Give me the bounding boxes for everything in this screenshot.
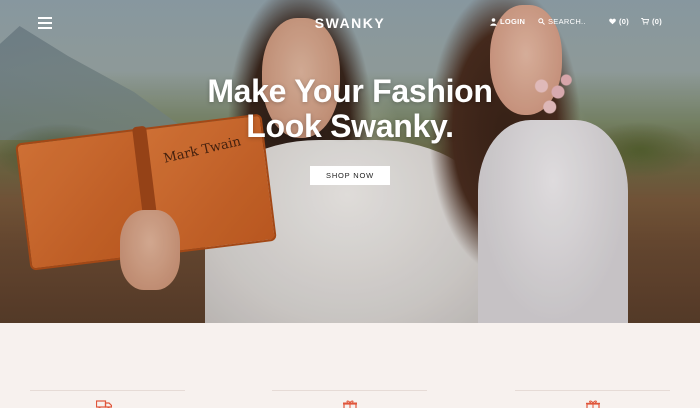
feature-divider bbox=[272, 390, 427, 391]
headline-line-2: Look Swanky. bbox=[246, 108, 454, 144]
hero-headline: Make Your Fashion Look Swanky. bbox=[150, 74, 550, 144]
login-label: LOGIN bbox=[500, 17, 526, 26]
feature-gift-box bbox=[272, 389, 427, 408]
wishlist-link[interactable]: (0) bbox=[609, 17, 629, 26]
login-link[interactable]: LOGIN bbox=[490, 17, 525, 26]
feature-divider bbox=[30, 390, 185, 391]
search-placeholder: SEARCH.. bbox=[548, 17, 586, 26]
gift-icon bbox=[586, 400, 600, 408]
feature-gift bbox=[515, 389, 670, 408]
feature-divider bbox=[515, 390, 670, 391]
hamburger-icon[interactable] bbox=[38, 17, 52, 29]
delivery-truck-icon bbox=[96, 400, 112, 408]
hero-shade bbox=[0, 0, 700, 323]
search-field[interactable]: SEARCH.. bbox=[538, 17, 586, 26]
feature-delivery bbox=[30, 389, 185, 408]
hero-banner: Mark Twain bbox=[0, 0, 700, 323]
features-strip bbox=[0, 323, 700, 408]
shop-now-button[interactable]: SHOP NOW bbox=[310, 166, 390, 185]
top-nav: SWANKY LOGIN SEARCH.. (0) (0) bbox=[0, 0, 700, 46]
wishlist-count: (0) bbox=[619, 17, 630, 26]
headline-line-1: Make Your Fashion bbox=[207, 73, 493, 109]
cart-icon bbox=[641, 18, 649, 25]
cart-count: (0) bbox=[652, 17, 663, 26]
cart-link[interactable]: (0) bbox=[641, 17, 662, 26]
site-logo[interactable]: SWANKY bbox=[290, 15, 410, 31]
heart-icon bbox=[609, 18, 616, 25]
search-icon bbox=[538, 18, 545, 25]
user-icon bbox=[490, 17, 497, 26]
gift-box-icon bbox=[343, 400, 357, 408]
